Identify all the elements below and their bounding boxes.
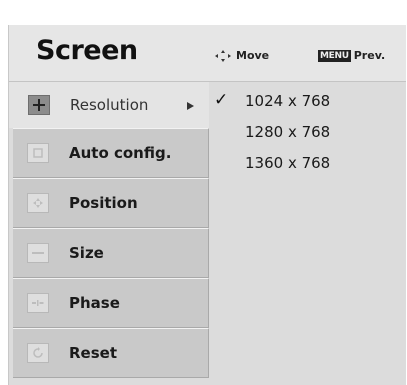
move-arrows-icon	[215, 49, 231, 62]
submenu-arrow-icon	[187, 102, 194, 110]
prev-label: Prev.	[353, 49, 386, 62]
checkmark-icon: ✓	[214, 90, 229, 110]
size-icon	[27, 243, 49, 263]
osd-panel: Screen Move MENU Prev. Resolution Auto c…	[8, 25, 406, 385]
menu-list: Resolution Auto config. Position Size Ph…	[9, 82, 209, 378]
phase-icon	[27, 293, 49, 313]
menu-item-auto-config[interactable]: Auto config.	[13, 128, 209, 178]
menu-item-reset[interactable]: Reset	[13, 328, 209, 378]
auto-config-icon	[27, 143, 49, 163]
menu-item-label: Position	[69, 194, 138, 212]
page-title: Screen	[36, 35, 138, 66]
move-hint: Move	[215, 49, 269, 62]
menu-item-label: Reset	[69, 344, 117, 362]
menu-item-resolution[interactable]: Resolution	[9, 82, 209, 128]
position-icon	[27, 193, 49, 213]
menu-item-label: Resolution	[70, 96, 149, 114]
menu-key-icon: MENU	[318, 49, 351, 62]
menu-item-size[interactable]: Size	[13, 228, 209, 278]
osd-header: Screen Move MENU Prev.	[9, 25, 406, 82]
menu-item-phase[interactable]: Phase	[13, 278, 209, 328]
menu-item-label: Phase	[69, 294, 120, 312]
move-label: Move	[236, 49, 270, 62]
plus-icon	[28, 95, 50, 115]
prev-hint: MENU Prev.	[318, 49, 385, 62]
menu-item-position[interactable]: Position	[13, 178, 209, 228]
menu-item-label: Size	[69, 244, 104, 262]
reset-icon	[27, 343, 49, 363]
menu-item-label: Auto config.	[69, 144, 172, 162]
